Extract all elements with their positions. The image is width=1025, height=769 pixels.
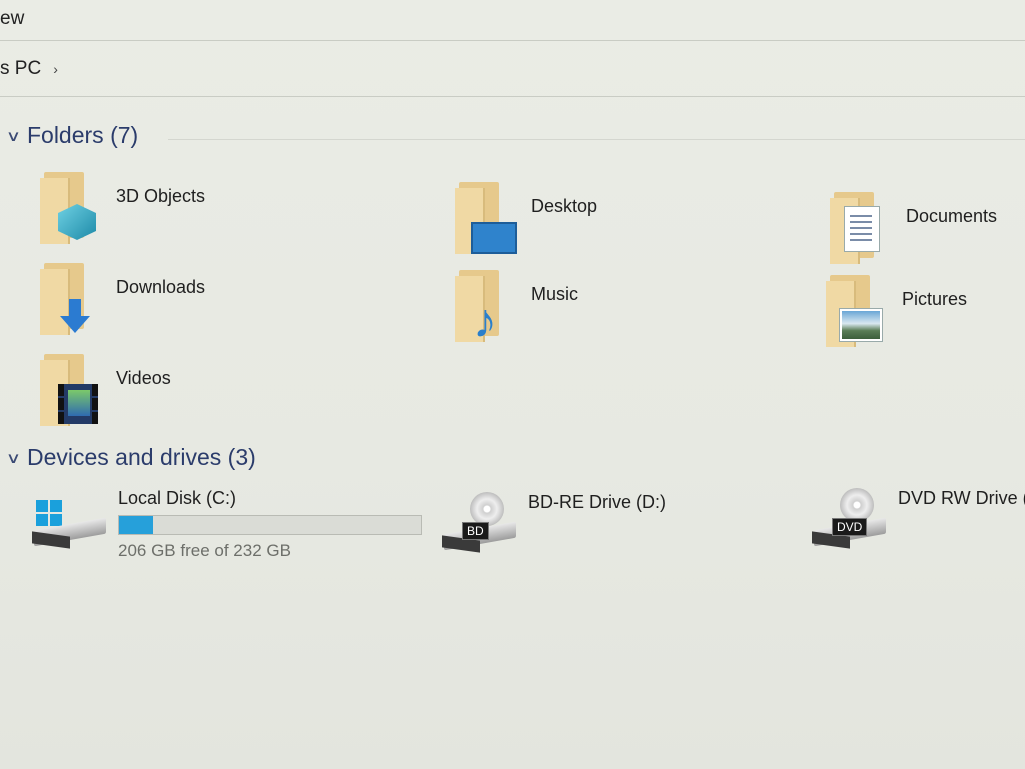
ribbon-divider — [0, 40, 1025, 41]
breadcrumb-chevron-icon[interactable]: › — [53, 61, 58, 77]
folders-group-title: Folders (7) — [26, 122, 139, 148]
desktop-folder-icon — [455, 182, 521, 254]
drive-bd-re-d[interactable]: BD BD-RE Drive (D:) — [440, 486, 666, 558]
bd-drive-icon: BD — [440, 486, 520, 558]
hard-disk-icon — [30, 482, 110, 554]
file-explorer-this-pc: ew s PC › ∨ Folders (7) 3D Objects Deskt… — [0, 0, 1025, 769]
bd-badge: BD — [462, 522, 489, 540]
folder-label: Videos — [116, 368, 171, 388]
folder-documents[interactable]: Documents — [830, 192, 997, 264]
devices-group-title: Devices and drives (3) — [26, 444, 256, 470]
folder-label: Pictures — [902, 289, 968, 309]
downloads-folder-icon — [40, 263, 106, 335]
address-divider — [0, 96, 1025, 97]
folder-downloads[interactable]: Downloads — [40, 263, 205, 335]
music-folder-icon: ♪ — [455, 270, 521, 346]
folder-music[interactable]: ♪ Music — [455, 270, 579, 346]
dvd-badge: DVD — [832, 518, 868, 536]
drive-free-space: 206 GB free of 232 GB — [118, 541, 291, 560]
collapse-caret-icon[interactable]: ∨ — [6, 127, 21, 145]
folders-group-header[interactable]: ∨ Folders (7) — [6, 122, 1025, 149]
drive-name: DVD RW Drive (E:) — [898, 488, 1025, 508]
folder-label: 3D Objects — [116, 186, 206, 206]
folder-label: Downloads — [116, 277, 206, 297]
collapse-caret-icon[interactable]: ∨ — [6, 449, 21, 467]
folder-label: Music — [531, 284, 579, 304]
drive-local-disk-c[interactable]: Local Disk (C:) 206 GB free of 232 GB — [30, 482, 422, 561]
folder-pictures[interactable]: Pictures — [826, 275, 967, 347]
devices-group-header[interactable]: ∨ Devices and drives (3) — [6, 444, 256, 471]
group-divider — [168, 139, 1025, 140]
dvd-drive-icon: DVD — [810, 482, 890, 554]
documents-folder-icon — [830, 192, 896, 264]
capacity-bar — [118, 515, 422, 535]
address-bar[interactable]: s PC › — [0, 58, 58, 80]
folder-desktop[interactable]: Desktop — [455, 182, 597, 254]
drive-dvd-rw-e[interactable]: DVD DVD RW Drive (E:) — [810, 482, 1025, 554]
3d-objects-folder-icon — [40, 172, 106, 244]
folder-label: Desktop — [531, 196, 598, 216]
breadcrumb-this-pc[interactable]: s PC — [0, 58, 41, 80]
pictures-folder-icon — [826, 275, 892, 347]
ribbon-view-tab[interactable]: ew — [0, 8, 24, 30]
windows-logo-icon — [36, 500, 62, 526]
folder-label: Documents — [906, 206, 998, 226]
drive-name: Local Disk (C:) — [118, 488, 237, 508]
capacity-bar-fill — [119, 516, 153, 534]
videos-folder-icon — [40, 354, 106, 426]
folder-videos[interactable]: Videos — [40, 354, 171, 426]
folder-3d-objects[interactable]: 3D Objects — [40, 172, 205, 244]
drive-name: BD-RE Drive (D:) — [528, 492, 666, 512]
